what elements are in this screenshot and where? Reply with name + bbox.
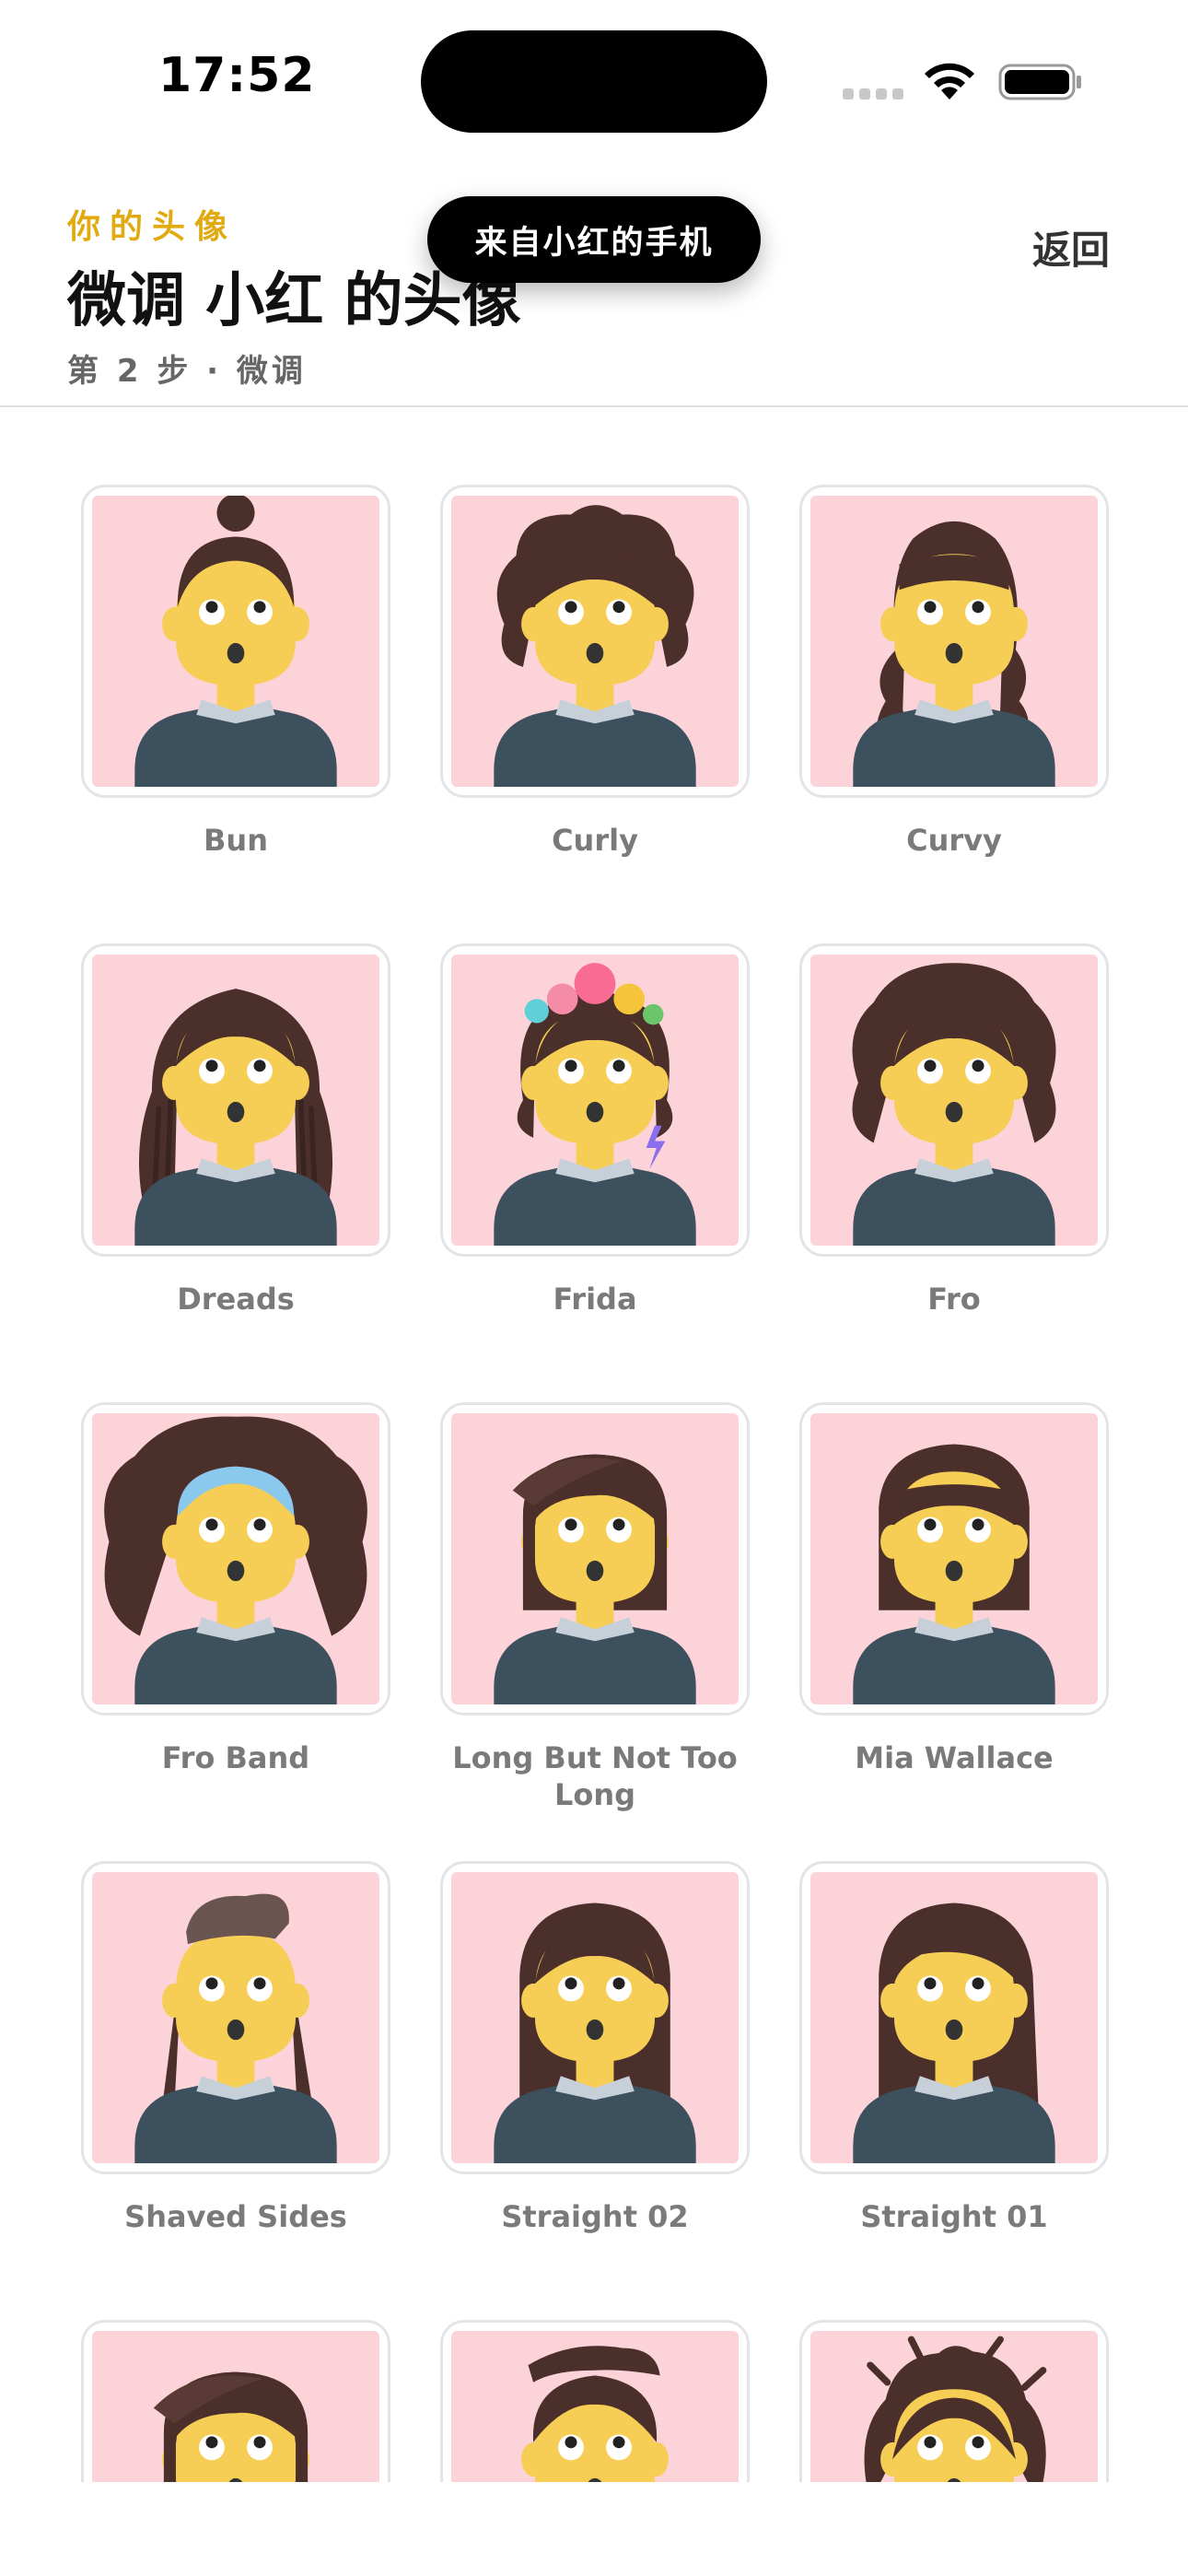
avatar-label: Curvy — [906, 823, 1002, 858]
avatar-card[interactable] — [440, 1861, 750, 2174]
shaggy-hair-avatar-illustration — [864, 2336, 1047, 2482]
avatar-option[interactable]: Straight 02 — [440, 1861, 750, 2235]
avatar-option[interactable]: Curvy — [799, 485, 1109, 859]
avatar-option[interactable]: Long But Not Too Long — [440, 1402, 750, 1813]
long-hair-avatar-illustration — [153, 2371, 309, 2482]
avatar-preview — [451, 2331, 739, 2482]
frida-hair-avatar-illustration — [494, 963, 696, 1246]
avatar-label: Mia Wallace — [855, 1740, 1054, 1775]
shaved-sides-hair-avatar-illustration — [134, 1893, 337, 2163]
bottom-area — [0, 2482, 1188, 2576]
avatar-card[interactable] — [440, 943, 750, 1257]
avatar-label: Straight 02 — [501, 2199, 689, 2234]
avatar-option[interactable]: Fro Band — [81, 1402, 390, 1776]
bun-hair-avatar-illustration — [134, 496, 337, 787]
avatar-card[interactable] — [81, 1402, 390, 1715]
avatar-label: Fro Band — [161, 1740, 310, 1775]
avatar-card[interactable] — [81, 485, 390, 798]
avatar-preview — [92, 1872, 379, 2163]
avatar-preview — [810, 1872, 1098, 2163]
long-hair-avatar-illustration — [494, 1454, 696, 1704]
avatar-label: Fro — [927, 1282, 981, 1317]
battery-icon — [998, 64, 1081, 100]
straight-hair-avatar-illustration — [494, 1903, 696, 2163]
step-indicator: 第 2 步 · 微调 — [67, 353, 307, 390]
avatar-option[interactable]: Fro — [799, 943, 1109, 1317]
avatar-option[interactable]: Straight 01 — [799, 1861, 1109, 2235]
avatar-label: Bun — [204, 823, 268, 858]
avatar-label: Long But Not Too Long — [452, 1740, 738, 1812]
avatar-card[interactable] — [440, 2320, 750, 2482]
bob-bangs-hair-avatar-illustration — [853, 1444, 1055, 1704]
avatar-label: Frida — [553, 1282, 637, 1317]
curvy-hair-avatar-illustration — [853, 521, 1055, 787]
avatar-label: Shaved Sides — [124, 2199, 347, 2234]
avatar-option[interactable]: Mia Wallace — [799, 1402, 1109, 1776]
avatar-label: Curly — [552, 823, 638, 858]
short-flat-hair-avatar-illustration — [521, 2346, 669, 2482]
avatar-card[interactable] — [799, 1861, 1109, 2174]
avatar-option[interactable] — [799, 2320, 1109, 2482]
source-device-toast: 来自小红的手机 — [427, 196, 761, 283]
avatar-label: Straight 01 — [860, 2199, 1048, 2234]
page-header: 你的头像 微调 小红 的头像 第 2 步 · 微调 返回 来自小红的手机 — [0, 157, 1188, 407]
avatar-card[interactable] — [799, 2320, 1109, 2482]
avatar-card[interactable] — [81, 2320, 390, 2482]
avatar-preview — [810, 496, 1098, 787]
avatar-preview — [451, 1413, 739, 1704]
fro-hair-avatar-illustration — [852, 963, 1056, 1246]
dreads-hair-avatar-illustration — [134, 989, 337, 1246]
fro-band-hair-avatar-illustration — [104, 1416, 367, 1704]
wifi-icon — [925, 63, 974, 100]
avatar-card[interactable] — [81, 943, 390, 1257]
avatar-preview — [810, 2331, 1098, 2482]
avatar-preview — [92, 496, 379, 787]
page-eyebrow: 你的头像 — [67, 208, 238, 246]
avatar-preview — [92, 2331, 379, 2482]
cellular-signal-icon — [843, 87, 905, 100]
straight-side-part-hair-avatar-illustration — [853, 1903, 1055, 2163]
avatar-card[interactable] — [799, 943, 1109, 1257]
avatar-option[interactable]: Dreads — [81, 943, 390, 1317]
avatar-option[interactable] — [81, 2320, 390, 2482]
avatar-preview — [451, 496, 739, 787]
avatar-preview — [810, 1413, 1098, 1704]
curly-hair-avatar-illustration — [494, 505, 696, 787]
avatar-option[interactable]: Frida — [440, 943, 750, 1317]
avatar-preview — [451, 1872, 739, 2163]
avatar-label: Dreads — [177, 1282, 295, 1317]
avatar-preview — [810, 954, 1098, 1246]
avatar-option[interactable]: Shaved Sides — [81, 1861, 390, 2235]
status-time: 17:52 — [158, 48, 316, 103]
avatar-preview — [92, 954, 379, 1246]
avatar-option[interactable]: Bun — [81, 485, 390, 859]
avatar-card[interactable] — [440, 485, 750, 798]
dynamic-island — [421, 30, 767, 133]
avatar-card[interactable] — [81, 1861, 390, 2174]
back-button[interactable]: 返回 — [1032, 219, 1110, 275]
avatar-card[interactable] — [440, 1402, 750, 1715]
avatar-card[interactable] — [799, 485, 1109, 798]
avatar-preview — [92, 1413, 379, 1704]
avatar-card[interactable] — [799, 1402, 1109, 1715]
avatar-preview — [451, 954, 739, 1246]
avatar-grid: Bun Curly Curvy Dreads Frida Fro Fro Ban… — [0, 409, 1188, 2482]
avatar-option[interactable]: Curly — [440, 485, 750, 859]
avatar-option[interactable] — [440, 2320, 750, 2482]
status-bar: 17:52 — [0, 0, 1188, 157]
